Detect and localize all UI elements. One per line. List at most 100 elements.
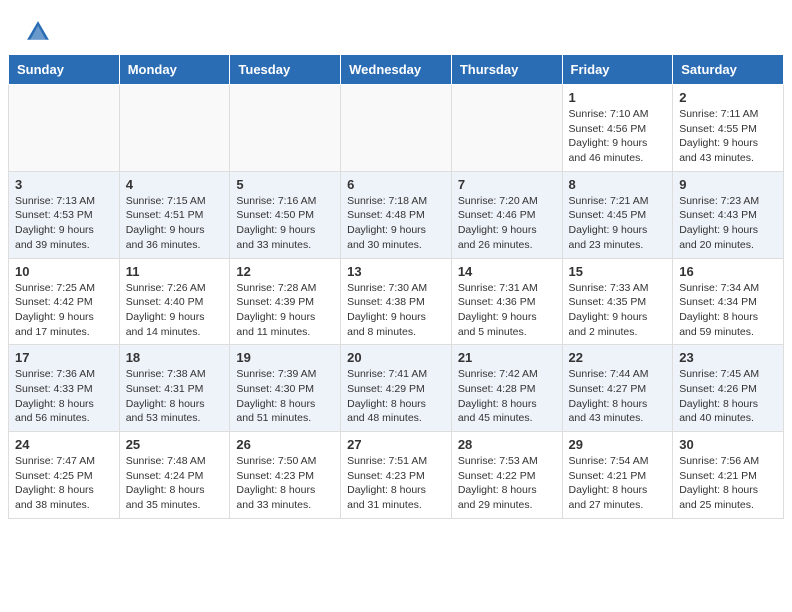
day-number: 18	[126, 350, 224, 365]
calendar-cell: 5 Sunrise: 7:16 AM Sunset: 4:50 PM Daylig…	[230, 171, 341, 258]
day-number: 7	[458, 177, 556, 192]
day-info: Sunrise: 7:10 AM Sunset: 4:56 PM Dayligh…	[569, 107, 667, 166]
calendar-week-row: 24 Sunrise: 7:47 AM Sunset: 4:25 PM Dayli…	[9, 432, 784, 519]
day-number: 3	[15, 177, 113, 192]
day-number: 19	[236, 350, 334, 365]
day-number: 5	[236, 177, 334, 192]
day-info: Sunrise: 7:39 AM Sunset: 4:30 PM Dayligh…	[236, 367, 334, 426]
calendar-cell: 27 Sunrise: 7:51 AM Sunset: 4:23 PM Dayli…	[341, 432, 452, 519]
day-number: 29	[569, 437, 667, 452]
day-info: Sunrise: 7:51 AM Sunset: 4:23 PM Dayligh…	[347, 454, 445, 513]
calendar-cell: 16 Sunrise: 7:34 AM Sunset: 4:34 PM Dayli…	[673, 258, 784, 345]
calendar-cell: 29Sunrise: 7:54 AM Sunset: 4:21 PM Dayli…	[562, 432, 673, 519]
weekday-header-thursday: Thursday	[451, 55, 562, 85]
calendar-cell: 19 Sunrise: 7:39 AM Sunset: 4:30 PM Dayli…	[230, 345, 341, 432]
day-info: Sunrise: 7:53 AM Sunset: 4:22 PM Dayligh…	[458, 454, 556, 513]
day-number: 21	[458, 350, 556, 365]
calendar-cell: 20 Sunrise: 7:41 AM Sunset: 4:29 PM Dayli…	[341, 345, 452, 432]
day-number: 17	[15, 350, 113, 365]
day-number: 10	[15, 264, 113, 279]
day-info: Sunrise: 7:11 AM Sunset: 4:55 PM Dayligh…	[679, 107, 777, 166]
day-info: Sunrise: 7:56 AM Sunset: 4:21 PM Dayligh…	[679, 454, 777, 513]
calendar-cell: 22 Sunrise: 7:44 AM Sunset: 4:27 PM Dayli…	[562, 345, 673, 432]
calendar-cell: 18 Sunrise: 7:38 AM Sunset: 4:31 PM Dayli…	[119, 345, 230, 432]
calendar-cell	[9, 85, 120, 172]
day-number: 27	[347, 437, 445, 452]
day-number: 11	[126, 264, 224, 279]
day-info: Sunrise: 7:48 AM Sunset: 4:24 PM Dayligh…	[126, 454, 224, 513]
weekday-header-friday: Friday	[562, 55, 673, 85]
day-info: Sunrise: 7:18 AM Sunset: 4:48 PM Dayligh…	[347, 194, 445, 253]
day-number: 6	[347, 177, 445, 192]
calendar-cell: 9Sunrise: 7:23 AM Sunset: 4:43 PM Daylig…	[673, 171, 784, 258]
day-number: 24	[15, 437, 113, 452]
day-number: 13	[347, 264, 445, 279]
calendar-table: SundayMondayTuesdayWednesdayThursdayFrid…	[8, 54, 784, 519]
calendar-cell: 14 Sunrise: 7:31 AM Sunset: 4:36 PM Dayli…	[451, 258, 562, 345]
day-info: Sunrise: 7:13 AM Sunset: 4:53 PM Dayligh…	[15, 194, 113, 253]
calendar-cell: 24 Sunrise: 7:47 AM Sunset: 4:25 PM Dayli…	[9, 432, 120, 519]
page-header	[0, 0, 792, 54]
day-info: Sunrise: 7:47 AM Sunset: 4:25 PM Dayligh…	[15, 454, 113, 513]
day-info: Sunrise: 7:26 AM Sunset: 4:40 PM Dayligh…	[126, 281, 224, 340]
calendar-cell: 17 Sunrise: 7:36 AM Sunset: 4:33 PM Dayli…	[9, 345, 120, 432]
day-number: 30	[679, 437, 777, 452]
weekday-header-row: SundayMondayTuesdayWednesdayThursdayFrid…	[9, 55, 784, 85]
day-info: Sunrise: 7:31 AM Sunset: 4:36 PM Dayligh…	[458, 281, 556, 340]
day-info: Sunrise: 7:34 AM Sunset: 4:34 PM Dayligh…	[679, 281, 777, 340]
day-info: Sunrise: 7:45 AM Sunset: 4:26 PM Dayligh…	[679, 367, 777, 426]
day-info: Sunrise: 7:33 AM Sunset: 4:35 PM Dayligh…	[569, 281, 667, 340]
day-info: Sunrise: 7:25 AM Sunset: 4:42 PM Dayligh…	[15, 281, 113, 340]
day-info: Sunrise: 7:50 AM Sunset: 4:23 PM Dayligh…	[236, 454, 334, 513]
calendar-week-row: 3 Sunrise: 7:13 AM Sunset: 4:53 PM Daylig…	[9, 171, 784, 258]
day-info: Sunrise: 7:16 AM Sunset: 4:50 PM Dayligh…	[236, 194, 334, 253]
calendar-cell: 10 Sunrise: 7:25 AM Sunset: 4:42 PM Dayli…	[9, 258, 120, 345]
day-number: 14	[458, 264, 556, 279]
day-info: Sunrise: 7:38 AM Sunset: 4:31 PM Dayligh…	[126, 367, 224, 426]
calendar-cell: 11 Sunrise: 7:26 AM Sunset: 4:40 PM Dayli…	[119, 258, 230, 345]
calendar-cell: 12Sunrise: 7:28 AM Sunset: 4:39 PM Dayli…	[230, 258, 341, 345]
day-number: 4	[126, 177, 224, 192]
weekday-header-monday: Monday	[119, 55, 230, 85]
calendar-cell: 23 Sunrise: 7:45 AM Sunset: 4:26 PM Dayli…	[673, 345, 784, 432]
calendar-cell: 25 Sunrise: 7:48 AM Sunset: 4:24 PM Dayli…	[119, 432, 230, 519]
day-number: 1	[569, 90, 667, 105]
calendar-cell: 26 Sunrise: 7:50 AM Sunset: 4:23 PM Dayli…	[230, 432, 341, 519]
calendar-cell: 30 Sunrise: 7:56 AM Sunset: 4:21 PM Dayli…	[673, 432, 784, 519]
day-number: 20	[347, 350, 445, 365]
day-number: 25	[126, 437, 224, 452]
weekday-header-wednesday: Wednesday	[341, 55, 452, 85]
day-info: Sunrise: 7:28 AM Sunset: 4:39 PM Dayligh…	[236, 281, 334, 340]
calendar-week-row: 17 Sunrise: 7:36 AM Sunset: 4:33 PM Dayli…	[9, 345, 784, 432]
calendar-cell	[119, 85, 230, 172]
logo	[24, 18, 56, 46]
day-number: 28	[458, 437, 556, 452]
calendar-cell: 21 Sunrise: 7:42 AM Sunset: 4:28 PM Dayli…	[451, 345, 562, 432]
calendar-cell: 3 Sunrise: 7:13 AM Sunset: 4:53 PM Daylig…	[9, 171, 120, 258]
calendar-cell: 13 Sunrise: 7:30 AM Sunset: 4:38 PM Dayli…	[341, 258, 452, 345]
day-number: 16	[679, 264, 777, 279]
day-info: Sunrise: 7:21 AM Sunset: 4:45 PM Dayligh…	[569, 194, 667, 253]
day-info: Sunrise: 7:41 AM Sunset: 4:29 PM Dayligh…	[347, 367, 445, 426]
calendar-week-row: 10 Sunrise: 7:25 AM Sunset: 4:42 PM Dayli…	[9, 258, 784, 345]
day-number: 15	[569, 264, 667, 279]
calendar-week-row: 1 Sunrise: 7:10 AM Sunset: 4:56 PM Daylig…	[9, 85, 784, 172]
day-info: Sunrise: 7:36 AM Sunset: 4:33 PM Dayligh…	[15, 367, 113, 426]
logo-icon	[24, 18, 52, 46]
weekday-header-tuesday: Tuesday	[230, 55, 341, 85]
day-info: Sunrise: 7:44 AM Sunset: 4:27 PM Dayligh…	[569, 367, 667, 426]
day-info: Sunrise: 7:42 AM Sunset: 4:28 PM Dayligh…	[458, 367, 556, 426]
calendar-cell: 4 Sunrise: 7:15 AM Sunset: 4:51 PM Daylig…	[119, 171, 230, 258]
day-number: 9	[679, 177, 777, 192]
weekday-header-saturday: Saturday	[673, 55, 784, 85]
day-info: Sunrise: 7:30 AM Sunset: 4:38 PM Dayligh…	[347, 281, 445, 340]
calendar-cell	[451, 85, 562, 172]
day-number: 8	[569, 177, 667, 192]
calendar-cell: 6 Sunrise: 7:18 AM Sunset: 4:48 PM Daylig…	[341, 171, 452, 258]
day-number: 22	[569, 350, 667, 365]
day-number: 26	[236, 437, 334, 452]
day-number: 23	[679, 350, 777, 365]
calendar-cell: 2Sunrise: 7:11 AM Sunset: 4:55 PM Daylig…	[673, 85, 784, 172]
day-info: Sunrise: 7:15 AM Sunset: 4:51 PM Dayligh…	[126, 194, 224, 253]
calendar-cell	[230, 85, 341, 172]
